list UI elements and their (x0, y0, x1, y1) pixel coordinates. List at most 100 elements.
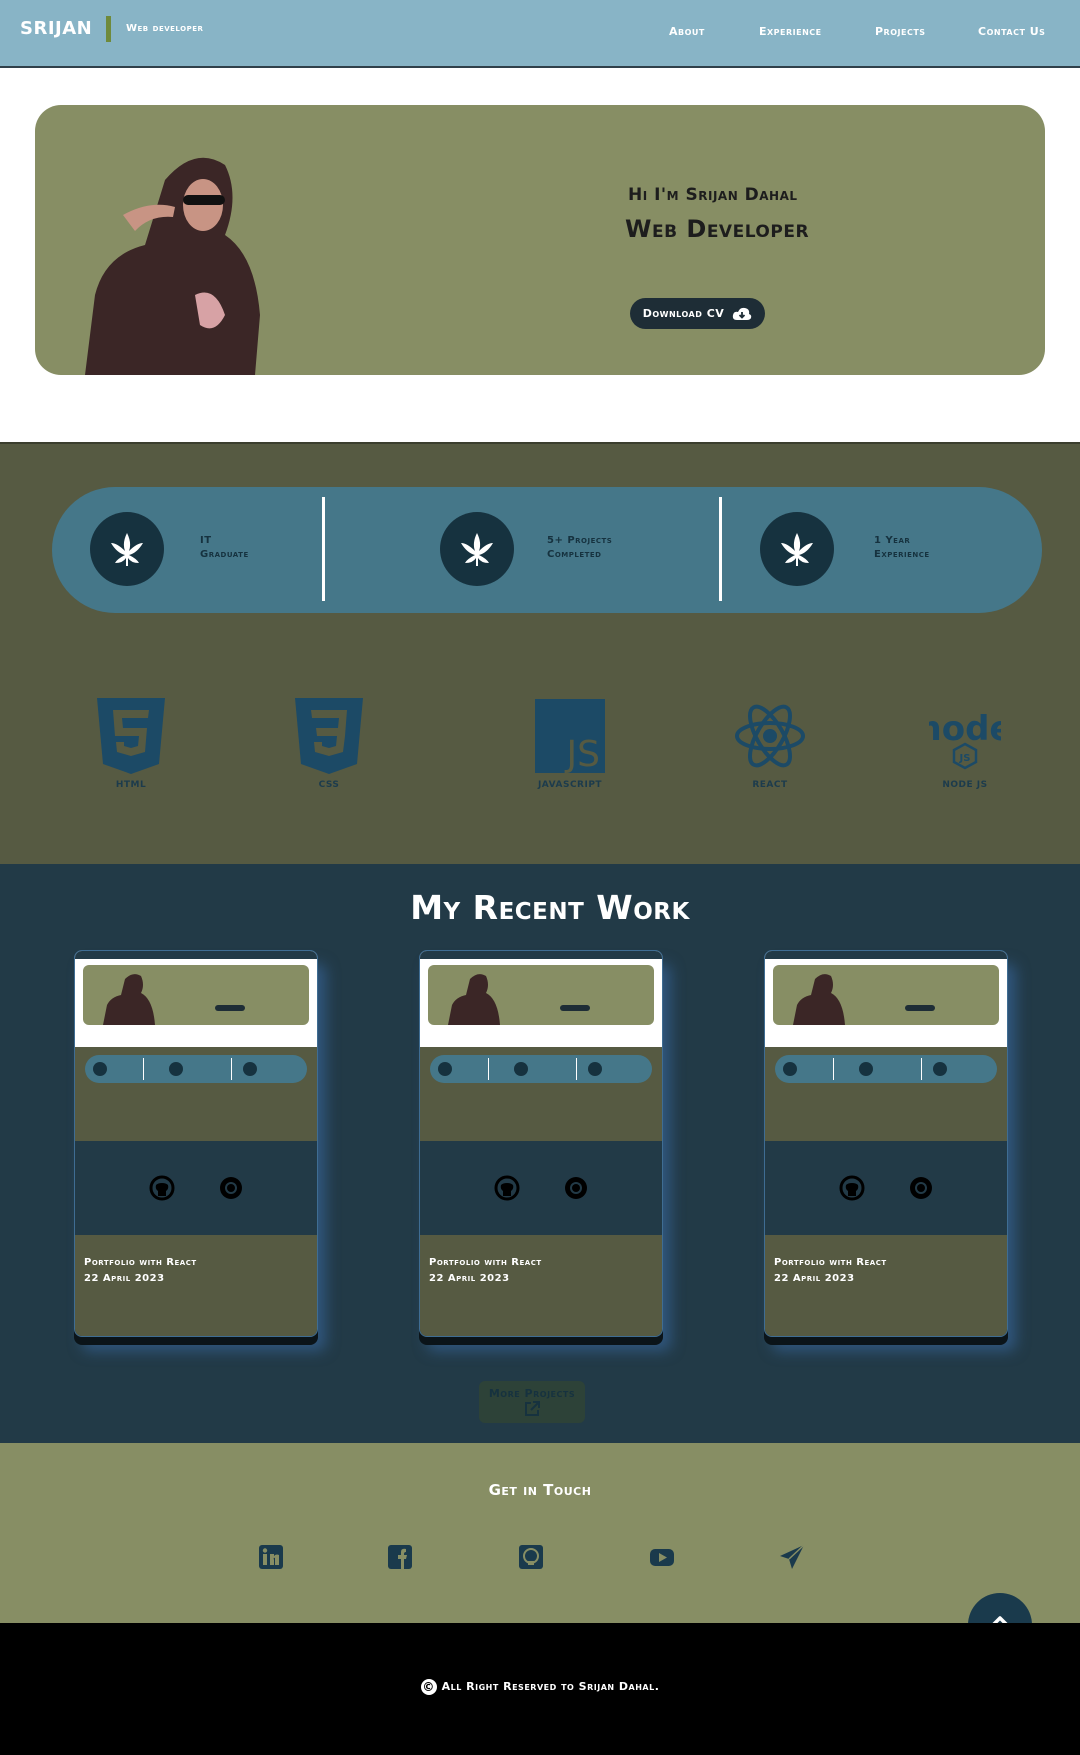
thumb-hero (83, 965, 309, 1025)
stat-line: Graduate (200, 549, 249, 560)
thumb-cv-button (905, 1005, 935, 1011)
more-projects-button[interactable]: More Projects (479, 1381, 585, 1423)
stat-label: IT Graduate (200, 534, 320, 562)
chrome-icon[interactable] (218, 1175, 244, 1201)
thumb-divider (231, 1058, 232, 1080)
project-links (420, 1141, 662, 1235)
stat-badge (90, 512, 164, 586)
thumb-stats (430, 1055, 652, 1083)
skill-label: JAVASCRIPT (537, 780, 603, 790)
nav-about[interactable]: About (669, 25, 705, 38)
svg-text:JS: JS (959, 753, 971, 764)
stat-label: 1 Year Experience (874, 534, 994, 562)
leaf-icon (461, 533, 493, 566)
stat-divider (719, 497, 722, 601)
project-date: 22 April 2023 (84, 1273, 165, 1284)
hero-greeting: Hi I'm Srijan Dahal (628, 185, 798, 205)
nav-projects[interactable]: Projects (875, 25, 926, 38)
copyright-text: All Right Reserved to Srijan Dahal. (441, 1680, 660, 1693)
send-icon[interactable] (778, 1543, 806, 1571)
thumb-stat-dot (169, 1062, 183, 1076)
site-header: SRIJAN Web developer About Experience Pr… (0, 0, 1080, 68)
project-title: Portfolio with React (774, 1257, 887, 1268)
thumb-cv-button (560, 1005, 590, 1011)
skill-label: NODE JS (942, 780, 988, 790)
project-card[interactable]: Portfolio with React 22 April 2023 (74, 950, 318, 1337)
copyright-icon: © (420, 1679, 437, 1695)
nodejs-icon: node JS (929, 709, 1001, 770)
thumb-divider (921, 1058, 922, 1080)
nav-contact[interactable]: Contact Us (978, 25, 1045, 38)
github-icon[interactable] (494, 1175, 520, 1201)
thumb-skills (75, 1047, 317, 1141)
copyright-line: © All Right Reserved to Srijan Dahal. (0, 1679, 1080, 1695)
thumb-hero (428, 965, 654, 1025)
thumb-stat-dot (933, 1062, 947, 1076)
stats-bar: IT Graduate 5+ Projects Completed 1 Year… (52, 487, 1042, 613)
thumb-stat-dot (514, 1062, 528, 1076)
project-links (75, 1141, 317, 1235)
skill-html: HTML (76, 698, 186, 790)
thumb-divider (143, 1058, 144, 1080)
skill-nodejs: node JS NODE JS (910, 698, 1020, 790)
brand-divider (106, 16, 111, 42)
contact-title: Get in Touch (488, 1481, 592, 1499)
project-card[interactable]: Portfolio with React 22 April 2023 (764, 950, 1008, 1337)
recent-work-section: My Recent Work Portfolio with React 22 A… (0, 864, 1080, 1443)
thumb-photo (103, 974, 155, 1025)
github-icon[interactable] (149, 1175, 175, 1201)
stat-line: Experience (874, 549, 930, 560)
cloud-download-icon (733, 307, 752, 320)
thumb-header (765, 951, 1007, 959)
thumb-divider (833, 1058, 834, 1080)
project-title: Portfolio with React (429, 1257, 542, 1268)
skill-react: REACT (715, 698, 825, 790)
thumb-stats (85, 1055, 307, 1083)
stat-line: IT (200, 535, 212, 546)
project-info: Portfolio with React 22 April 2023 (765, 1235, 1007, 1336)
linkedin-icon[interactable] (257, 1543, 285, 1571)
project-date: 22 April 2023 (429, 1273, 510, 1284)
stat-badge (760, 512, 834, 586)
youtube-icon[interactable] (648, 1543, 676, 1571)
skill-label: CSS (318, 780, 340, 790)
thumb-stat-dot (783, 1062, 797, 1076)
thumb-photo (448, 974, 500, 1025)
skill-label: REACT (752, 780, 788, 790)
contact-section: Get in Touch (0, 1443, 1080, 1623)
more-projects-label: More Projects (488, 1387, 576, 1400)
github-icon[interactable] (517, 1543, 545, 1571)
stat-badge (440, 512, 514, 586)
external-link-icon (525, 1401, 540, 1416)
leaf-icon (111, 533, 143, 566)
facebook-icon[interactable] (386, 1543, 414, 1571)
github-icon[interactable] (839, 1175, 865, 1201)
project-info: Portfolio with React 22 April 2023 (420, 1235, 662, 1336)
chrome-icon[interactable] (563, 1175, 589, 1201)
project-date: 22 April 2023 (774, 1273, 855, 1284)
site-footer: © All Right Reserved to Srijan Dahal. (0, 1623, 1080, 1755)
thumb-header (75, 951, 317, 959)
svg-text:JS: JS (565, 734, 600, 774)
thumb-divider (488, 1058, 489, 1080)
thumb-stat-dot (438, 1062, 452, 1076)
skill-label: HTML (115, 780, 147, 790)
stat-line: Completed (547, 549, 602, 560)
profile-photo (85, 157, 260, 375)
chrome-icon[interactable] (908, 1175, 934, 1201)
html5-icon (97, 698, 165, 774)
nav-experience[interactable]: Experience (759, 25, 822, 38)
download-cv-button[interactable]: Download CV (630, 298, 765, 329)
css3-icon (295, 698, 363, 774)
stat-divider (322, 497, 325, 601)
thumb-divider (576, 1058, 577, 1080)
brand-logo[interactable]: SRIJAN (20, 18, 92, 39)
thumb-header (420, 951, 662, 959)
thumb-stat-dot (93, 1062, 107, 1076)
skill-javascript: JS JAVASCRIPT (515, 698, 625, 790)
hero-section: Hi I'm Srijan Dahal Web Developer Downlo… (35, 105, 1045, 375)
leaf-icon (781, 533, 813, 566)
project-thumbnail (765, 951, 1007, 1047)
project-thumbnail (75, 951, 317, 1047)
project-card[interactable]: Portfolio with React 22 April 2023 (419, 950, 663, 1337)
